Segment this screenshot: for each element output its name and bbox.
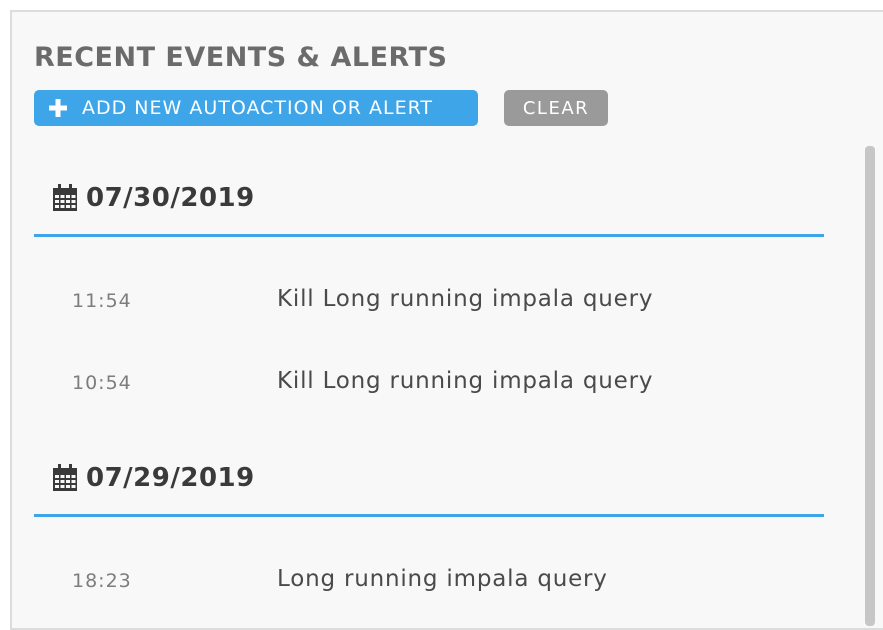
date-label: 07/29/2019 (86, 463, 255, 493)
date-header: 07/29/2019 (52, 458, 255, 498)
event-title[interactable]: Kill Long running impala query (277, 286, 653, 312)
clear-button[interactable]: CLEAR (504, 90, 608, 126)
date-label: 07/30/2019 (86, 183, 255, 213)
event-title[interactable]: Kill Long running impala query (277, 368, 653, 394)
date-divider (34, 514, 824, 517)
panel-title: RECENT EVENTS & ALERTS (34, 42, 448, 73)
add-autoaction-label: ADD NEW AUTOACTION OR ALERT (82, 97, 434, 119)
event-time: 10:54 (72, 372, 132, 394)
date-divider (34, 234, 824, 237)
event-time: 11:54 (72, 290, 132, 312)
event-time: 18:23 (72, 570, 132, 592)
clear-label: CLEAR (522, 97, 590, 119)
plus-icon (49, 99, 67, 117)
events-alerts-panel: RECENT EVENTS & ALERTS ADD NEW AUTOACTIO… (10, 10, 883, 630)
scrollbar-thumb[interactable] (865, 146, 875, 626)
calendar-icon (53, 184, 77, 211)
date-header: 07/30/2019 (52, 178, 255, 218)
event-title[interactable]: Long running impala query (277, 566, 608, 592)
calendar-icon (53, 464, 77, 491)
add-autoaction-button[interactable]: ADD NEW AUTOACTION OR ALERT (34, 90, 478, 126)
